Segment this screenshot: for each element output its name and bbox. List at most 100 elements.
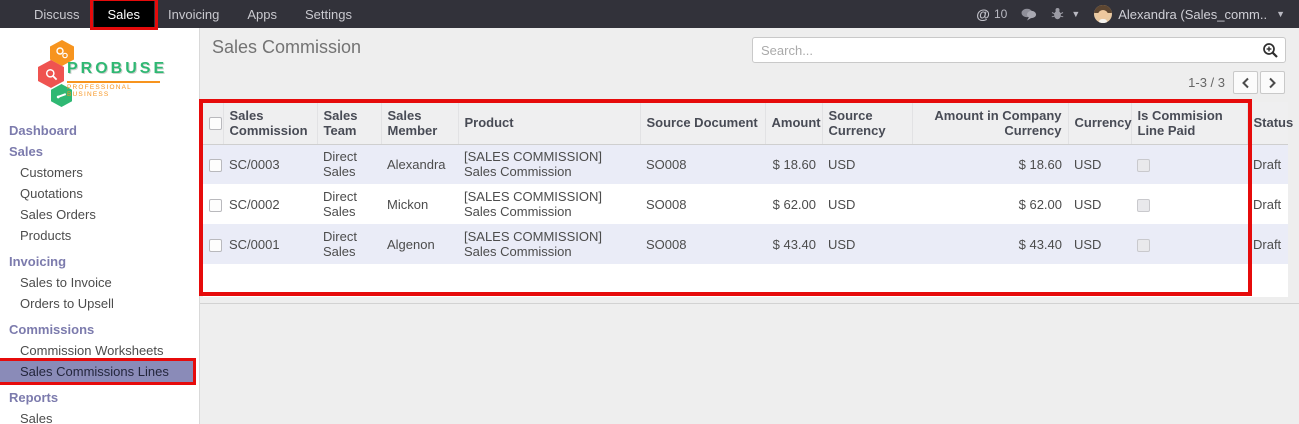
probuse-logo: PROBUSE PROFESSIONAL BUSINESS [0, 36, 200, 120]
caret-down-icon: ▼ [1071, 9, 1080, 19]
nav-menu: Discuss Sales Invoicing Apps Settings [0, 0, 366, 28]
sidebar-item-orders-to-upsell[interactable]: Orders to Upsell [0, 293, 200, 314]
column-header-paid[interactable]: Is Commision Line Paid [1131, 102, 1247, 144]
cell-id: SC/0002 [223, 184, 317, 224]
cell-id: SC/0001 [223, 224, 317, 264]
at-icon: @ [976, 6, 990, 22]
nav-item-sales-label: Sales [108, 7, 141, 22]
cell-currency: USD [1068, 224, 1131, 264]
messages-button[interactable] [1021, 8, 1037, 21]
sidebar-item-sales-commissions-lines[interactable]: Sales Commissions Lines [0, 361, 194, 382]
paid-checkbox [1137, 239, 1150, 252]
table-row[interactable]: SC/0001Direct SalesAlgenon[SALES COMMISS… [203, 224, 1288, 264]
sidebar-item-reports-sales[interactable]: Sales [0, 408, 200, 424]
cell-source_currency: USD [822, 224, 912, 264]
search-input[interactable] [753, 43, 1255, 58]
cell-select [203, 184, 223, 224]
cell-select [203, 144, 223, 184]
cell-currency: USD [1068, 144, 1131, 184]
cell-product: [SALES COMMISSION] Sales Commission [458, 184, 640, 224]
chat-bubble-icon [1021, 8, 1037, 21]
nav-item-settings[interactable]: Settings [291, 0, 366, 28]
mention-count: 10 [994, 7, 1007, 21]
search-bar [752, 37, 1286, 63]
column-header-status[interactable]: Status [1247, 102, 1288, 144]
mentions-button[interactable]: @ 10 [976, 6, 1007, 22]
column-header-source_currency[interactable]: Source Currency [822, 102, 912, 144]
cell-member: Mickon [381, 184, 458, 224]
user-avatar [1094, 5, 1112, 23]
column-header-amount[interactable]: Amount [765, 102, 822, 144]
user-menu-button[interactable]: Alexandra (Sales_comm.. ▼ [1094, 5, 1285, 23]
cell-amount: $ 18.60 [765, 144, 822, 184]
select-all-checkbox[interactable] [209, 117, 222, 130]
chevron-left-icon [1241, 77, 1250, 89]
cell-product: [SALES COMMISSION] Sales Commission [458, 224, 640, 264]
search-zoom-icon [1262, 42, 1279, 59]
sidebar-item-products[interactable]: Products [0, 225, 200, 246]
row-select-checkbox[interactable] [209, 199, 222, 212]
row-select-checkbox[interactable] [209, 159, 222, 172]
cell-paid [1131, 224, 1247, 264]
debug-menu-button[interactable]: ▼ [1051, 7, 1080, 21]
cell-member: Algenon [381, 224, 458, 264]
logo-title: PROBUSE [67, 60, 167, 78]
cell-status: Draft [1247, 184, 1288, 224]
pager-previous-button[interactable] [1233, 71, 1258, 94]
table-row[interactable]: SC/0002Direct SalesMickon[SALES COMMISSI… [203, 184, 1288, 224]
cell-paid [1131, 144, 1247, 184]
pager: 1-3 / 3 [1188, 71, 1285, 94]
main-content: Sales Commission 1-3 / 3 [200, 28, 1299, 424]
sidebar-item-reports[interactable]: Reports [0, 387, 200, 408]
pager-range: 1-3 / 3 [1188, 75, 1225, 90]
sidebar-item-sales[interactable]: Sales [0, 141, 200, 162]
cell-member: Alexandra [381, 144, 458, 184]
sidebar-item-commission-worksheets[interactable]: Commission Worksheets [0, 340, 200, 361]
column-header-currency[interactable]: Currency [1068, 102, 1131, 144]
column-header-id[interactable]: Sales Commission [223, 102, 317, 144]
sidebar-menu: Dashboard Sales Customers Quotations Sal… [0, 120, 200, 424]
sidebar-item-customers[interactable]: Customers [0, 162, 200, 183]
sidebar-item-quotations[interactable]: Quotations [0, 183, 200, 204]
sidebar-item-label: Sales Commissions Lines [20, 364, 169, 379]
pager-next-button[interactable] [1260, 71, 1285, 94]
table-body: SC/0003Direct SalesAlexandra[SALES COMMI… [203, 144, 1288, 264]
cell-id: SC/0003 [223, 144, 317, 184]
commission-table: Sales CommissionSales TeamSales MemberPr… [203, 102, 1288, 264]
select-all-header [203, 102, 223, 144]
cell-source_currency: USD [822, 144, 912, 184]
sidebar-item-commissions[interactable]: Commissions [0, 319, 200, 340]
nav-item-apps[interactable]: Apps [233, 0, 291, 28]
cell-amount_company: $ 62.00 [912, 184, 1068, 224]
sidebar-item-dashboard[interactable]: Dashboard [0, 120, 200, 141]
nav-item-discuss[interactable]: Discuss [20, 0, 94, 28]
top-navbar: Discuss Sales Invoicing Apps Settings @ … [0, 0, 1299, 28]
column-header-team[interactable]: Sales Team [317, 102, 381, 144]
sidebar-item-sales-to-invoice[interactable]: Sales to Invoice [0, 272, 200, 293]
column-header-source_doc[interactable]: Source Document [640, 102, 765, 144]
search-button[interactable] [1255, 38, 1285, 62]
cell-source_currency: USD [822, 184, 912, 224]
paid-checkbox [1137, 199, 1150, 212]
bug-icon [1051, 7, 1064, 21]
cell-amount: $ 43.40 [765, 224, 822, 264]
user-name-label: Alexandra (Sales_comm.. [1118, 7, 1267, 22]
app-screen: Discuss Sales Invoicing Apps Settings @ … [0, 0, 1299, 424]
cell-team: Direct Sales [317, 144, 381, 184]
column-header-product[interactable]: Product [458, 102, 640, 144]
table-row[interactable]: SC/0003Direct SalesAlexandra[SALES COMMI… [203, 144, 1288, 184]
cell-amount: $ 62.00 [765, 184, 822, 224]
sidebar-item-sales-orders[interactable]: Sales Orders [0, 204, 200, 225]
column-header-member[interactable]: Sales Member [381, 102, 458, 144]
sidebar-item-invoicing[interactable]: Invoicing [0, 251, 200, 272]
column-header-amount_company[interactable]: Amount in Company Currency [912, 102, 1068, 144]
cell-source_doc: SO008 [640, 144, 765, 184]
cell-source_doc: SO008 [640, 224, 765, 264]
cell-product: [SALES COMMISSION] Sales Commission [458, 144, 640, 184]
nav-item-invoicing[interactable]: Invoicing [154, 0, 233, 28]
nav-item-sales[interactable]: Sales [94, 0, 155, 28]
nav-right: @ 10 ▼ [976, 0, 1299, 28]
row-select-checkbox[interactable] [209, 239, 222, 252]
sidebar: PROBUSE PROFESSIONAL BUSINESS Dashboard … [0, 28, 200, 424]
content-bottom-divider [200, 303, 1299, 304]
